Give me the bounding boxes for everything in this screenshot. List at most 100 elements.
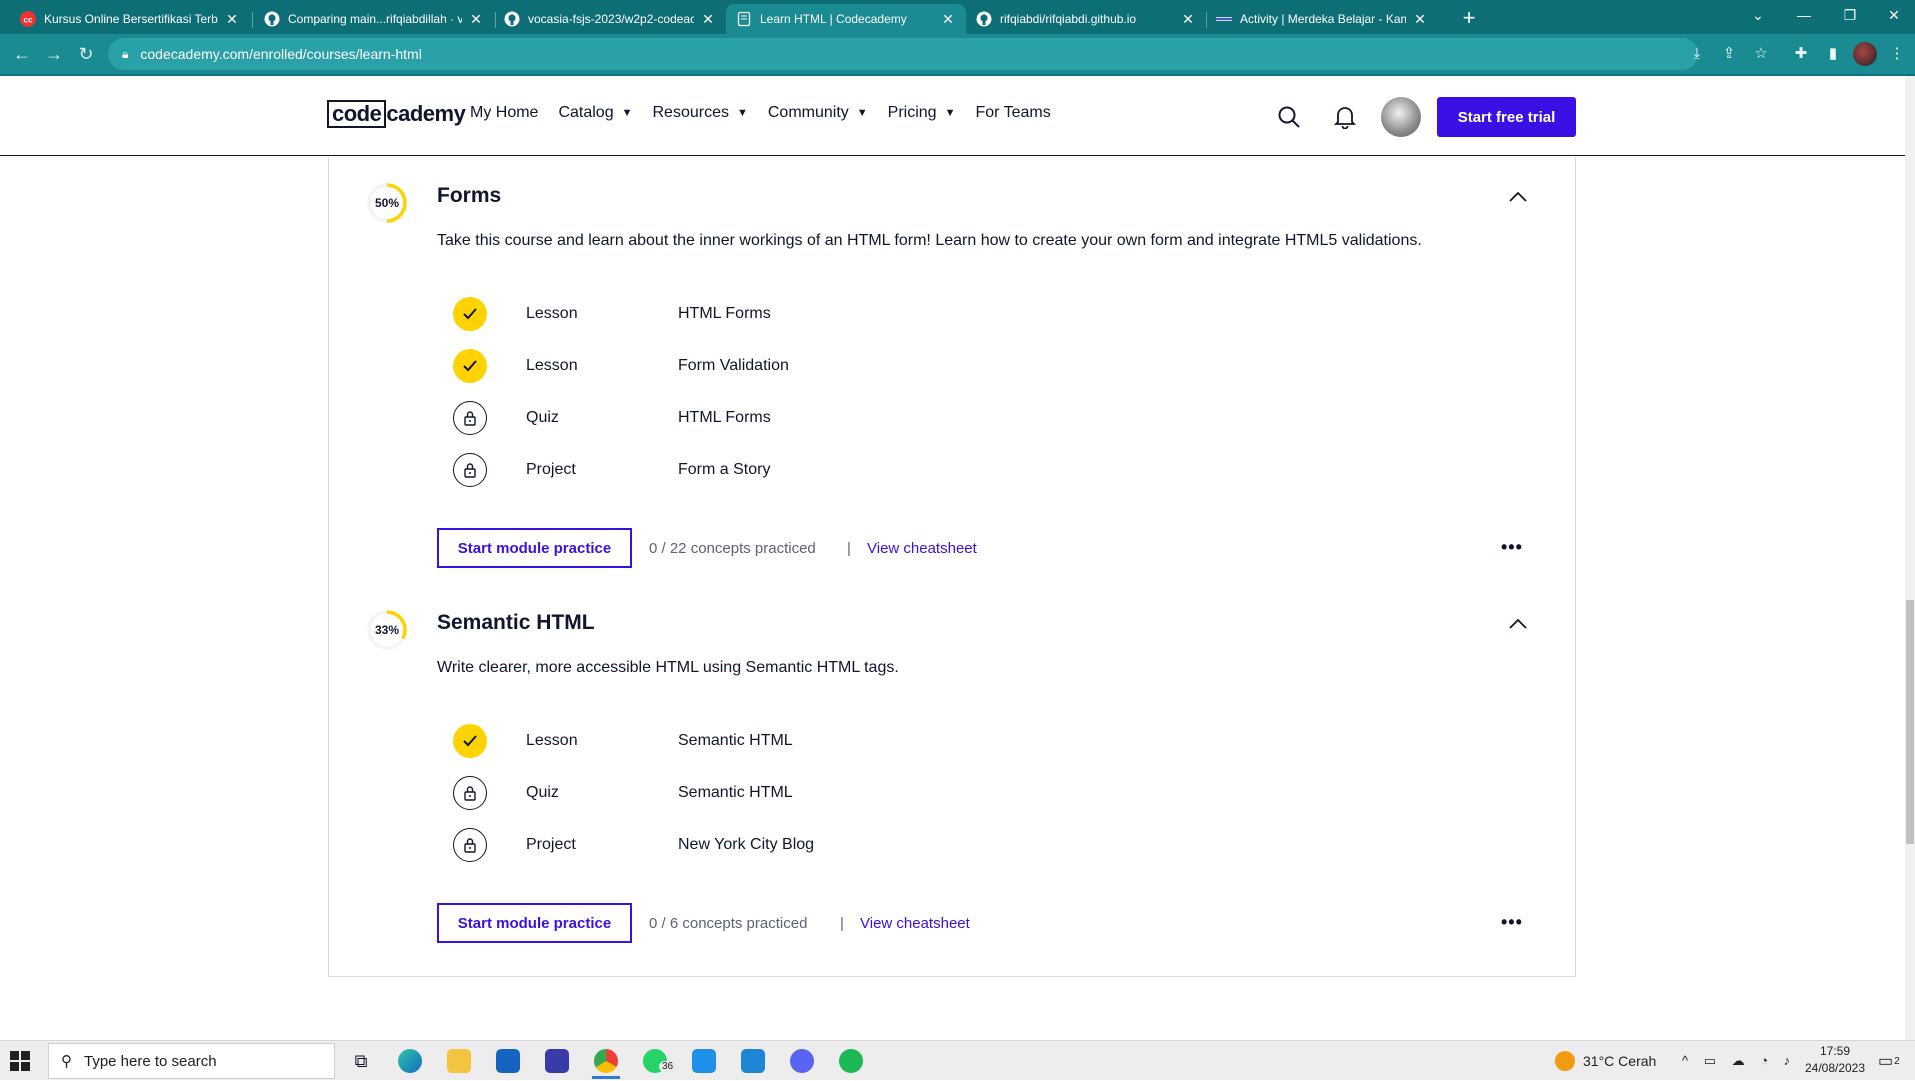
bell-icon[interactable] [1331,103,1359,131]
extensions-icon[interactable]: ✚ [1789,42,1813,66]
item-name: Form a Story [678,461,771,478]
address-bar[interactable]: 🔒︎ codecademy.com/enrolled/courses/learn… [108,38,1698,70]
edge-browser-icon[interactable] [388,1045,432,1077]
mail-icon[interactable] [486,1045,530,1077]
discord-icon[interactable] [780,1045,824,1077]
codecademy-logo[interactable]: code cademy [327,100,466,128]
list-item[interactable]: Lesson Semantic HTML [453,724,793,758]
nav-for-teams[interactable]: For Teams [975,104,1050,122]
item-name: HTML Forms [678,305,771,322]
tab-search-icon[interactable]: ⌄ [1735,0,1781,30]
nav-label: For Teams [975,104,1051,121]
weather-sun-icon [1555,1051,1575,1071]
restore-button[interactable]: ❐ [1827,0,1873,30]
search-icon[interactable] [1275,103,1303,131]
slash-app-icon[interactable] [535,1045,579,1077]
start-module-practice-button[interactable]: Start module practice [437,903,632,943]
avatar[interactable] [1381,97,1421,137]
concepts-practiced: 0 / 6 concepts practiced [649,915,808,932]
more-options-icon[interactable]: ••• [1501,537,1523,558]
list-item[interactable]: Quiz Semantic HTML [453,776,793,810]
minimize-button[interactable]: — [1781,0,1827,30]
browser-tab-active[interactable]: Learn HTML | Codecademy ✕ [726,4,966,34]
nav-my-home[interactable]: My Home [470,104,538,122]
nav-resources[interactable]: Resources ▼ [653,104,748,122]
list-item[interactable]: Lesson HTML Forms [453,297,771,331]
close-icon[interactable]: ✕ [700,11,716,28]
side-panel-icon[interactable]: ▮ [1821,42,1845,66]
nav-label: Pricing [887,104,937,121]
bookmark-star-icon[interactable]: ☆ [1749,42,1773,66]
list-item[interactable]: Quiz HTML Forms [453,401,771,435]
page-scrollbar[interactable] [1905,76,1915,1040]
item-type: Project [526,836,576,853]
scrollbar-thumb[interactable] [1906,600,1914,844]
windows-start-icon[interactable] [10,1051,30,1071]
module-title: Forms [437,184,502,207]
browser-tab[interactable]: rifqiabdi/rifqiabdi.github.io ✕ [966,4,1206,34]
profile-avatar[interactable] [1853,42,1877,66]
list-item[interactable]: Project New York City Blog [453,828,814,862]
progress-percent: 33% [374,623,400,637]
nav-catalog[interactable]: Catalog ▼ [558,104,632,122]
close-icon[interactable]: ✕ [940,11,956,28]
tab-title: vocasia-fsjs-2023/w2p2-codeaca [528,12,694,26]
more-options-icon[interactable]: ••• [1501,912,1523,933]
notification-count-badge: 36 [659,1061,677,1072]
notification-center-count: 2 [1894,1055,1900,1067]
close-icon[interactable]: ✕ [1412,11,1428,28]
menu-kebab-icon[interactable]: ⋮ [1885,42,1909,66]
close-window-button[interactable]: ✕ [1871,0,1915,30]
weather-widget[interactable]: 31°C Cerah [1555,1041,1656,1081]
close-icon[interactable]: ✕ [468,11,484,28]
browser-tab[interactable]: vocasia-fsjs-2023/w2p2-codeaca ✕ [494,4,726,34]
tab-title: Comparing main...rifqiabdillah · v [288,12,462,26]
github-icon [264,11,280,27]
forward-arrow-icon[interactable]: → [40,40,68,68]
browser-tab-bar: cc Kursus Online Bersertifikasi Terba ✕ … [0,0,1915,34]
close-icon[interactable]: ✕ [224,11,240,28]
reload-icon[interactable]: ↻ [72,40,100,68]
file-explorer-icon[interactable] [437,1045,481,1077]
chevron-up-icon[interactable] [1508,617,1528,631]
browser-tab[interactable]: Comparing main...rifqiabdillah · v ✕ [254,4,494,34]
list-item[interactable]: Lesson Form Validation [453,349,789,383]
list-item[interactable]: Project Form a Story [453,453,770,487]
lock-icon[interactable]: 🔒︎ [122,47,128,62]
back-arrow-icon[interactable]: ← [8,40,36,68]
install-app-icon[interactable]: ⤓ [1685,42,1709,66]
browser-toolbar: ← → ↻ 🔒︎ codecademy.com/enrolled/courses… [0,34,1915,74]
spotify-icon[interactable] [829,1045,873,1077]
item-type: Lesson [526,732,578,749]
close-icon[interactable]: ✕ [1180,11,1196,28]
item-name: HTML Forms [678,409,771,426]
browser-tab[interactable]: cc Kursus Online Bersertifikasi Terba ✕ [10,4,250,34]
taskbar-search-box[interactable]: ⚲ Type here to search [48,1043,335,1079]
nav-community[interactable]: Community ▼ [768,104,868,122]
chevron-up-icon[interactable] [1508,190,1528,204]
clock[interactable]: 17:59 24/08/2023 [1800,1043,1870,1077]
new-tab-button[interactable]: + [1455,4,1483,32]
tab-title: rifqiabdi/rifqiabdi.github.io [1000,12,1137,26]
start-module-practice-button[interactable]: Start module practice [437,528,632,568]
separator: | [840,915,844,932]
share-icon[interactable]: ⇪ [1717,42,1741,66]
lock-icon [453,828,487,862]
item-type: Lesson [526,305,578,322]
vscode-icon[interactable] [731,1045,775,1077]
chrome-icon[interactable] [584,1045,628,1079]
checkmark-icon [453,349,487,383]
whatsapp-icon[interactable]: 36 [633,1045,677,1077]
start-free-trial-button[interactable]: Start free trial [1437,97,1576,137]
module-progress-ring: 50% [366,182,408,224]
search-icon: ⚲ [61,1053,72,1070]
task-view-icon[interactable]: ⧉ [339,1045,383,1077]
system-tray-icons[interactable]: ^ ▭ ☁ ◔ ♪ [1682,1041,1796,1081]
browser-tab[interactable]: Activity | Merdeka Belajar - Kamp ✕ [1206,4,1438,34]
view-cheatsheet-link[interactable]: View cheatsheet [860,915,970,932]
notification-center-icon[interactable]: ▭ 2 [1878,1041,1900,1081]
view-cheatsheet-link[interactable]: View cheatsheet [867,540,977,557]
recorder-app-icon[interactable] [682,1045,726,1077]
lock-icon [453,776,487,810]
nav-pricing[interactable]: Pricing ▼ [888,104,956,122]
